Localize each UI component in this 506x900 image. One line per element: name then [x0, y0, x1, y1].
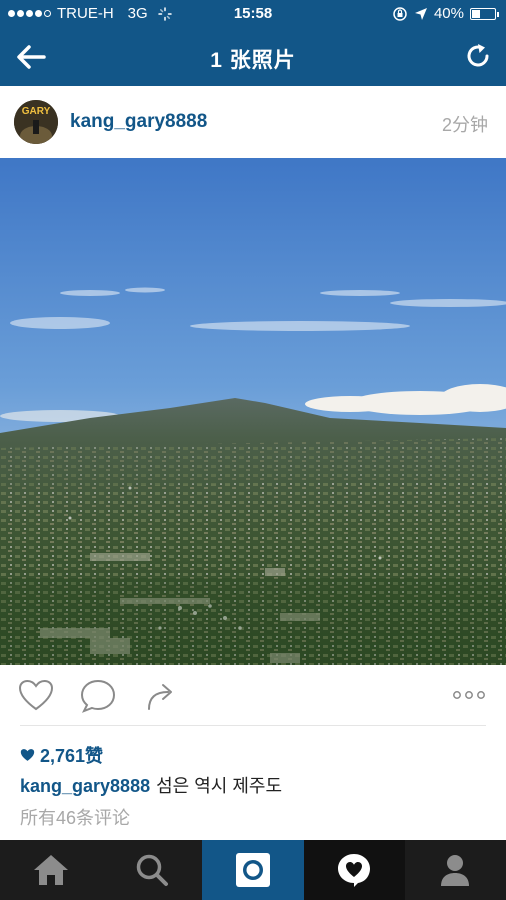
comment-icon[interactable] — [80, 679, 116, 713]
heart-filled-icon — [20, 749, 35, 761]
post-username[interactable]: kang_gary8888 — [70, 111, 207, 133]
post-photo[interactable] — [0, 158, 506, 665]
tab-search[interactable] — [101, 840, 202, 900]
page-title: 1 张照片 — [210, 49, 296, 72]
battery-percent: 40% — [433, 5, 464, 22]
post-header: GARY kang_gary8888 2分钟 — [0, 86, 506, 158]
tab-home[interactable] — [0, 840, 101, 900]
divider — [20, 725, 486, 726]
action-bar — [0, 665, 506, 725]
post-time: 2分钟 — [441, 115, 488, 135]
rotation-lock-icon — [393, 6, 407, 21]
home-icon — [33, 855, 68, 885]
tab-activity[interactable] — [303, 840, 405, 900]
avatar-text: GARY — [22, 106, 51, 117]
header: TRUE-H 3G 15:58 40% 1 张照片 — [0, 0, 506, 86]
more-options-icon[interactable] — [452, 690, 486, 700]
tab-camera[interactable] — [202, 840, 304, 900]
caption-text: 섬은 역시 제주도 — [156, 776, 283, 796]
caption-username[interactable]: kang_gary8888 — [20, 776, 150, 796]
likes-label: 2,761赞 — [40, 746, 104, 766]
caption: kang_gary8888 섬은 역시 제주도 — [20, 772, 282, 798]
profile-icon — [441, 855, 470, 886]
location-icon — [414, 7, 427, 20]
battery-icon — [470, 7, 499, 20]
view-all-comments-link[interactable]: 所有46条评论 — [20, 804, 130, 830]
share-arrow-icon[interactable] — [146, 681, 176, 711]
search-icon — [136, 854, 168, 886]
refresh-icon[interactable] — [464, 42, 492, 70]
tab-profile[interactable] — [405, 840, 506, 900]
avatar[interactable]: GARY — [14, 100, 58, 144]
status-bar: TRUE-H 3G 15:58 40% — [0, 0, 506, 28]
nav-bar: 1 张照片 — [0, 28, 506, 86]
tab-bar — [0, 840, 506, 900]
camera-icon — [236, 853, 270, 887]
like-heart-icon[interactable] — [18, 679, 54, 711]
activity-icon — [338, 854, 371, 887]
likes-count[interactable]: 2,761赞 — [20, 742, 103, 768]
